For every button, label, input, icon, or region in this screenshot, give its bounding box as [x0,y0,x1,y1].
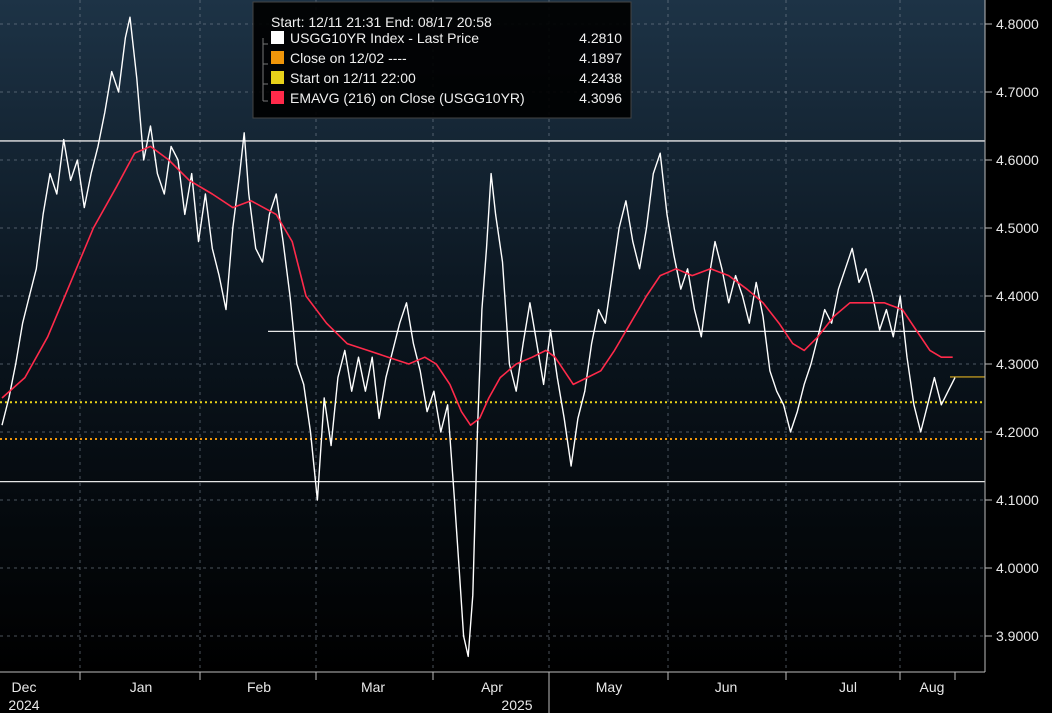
x-tick-label-8: Aug [920,679,945,695]
legend-swatch-1 [271,51,284,64]
legend-label-3: EMAVG (216) on Close (USGG10YR) [290,90,525,106]
chart: 4.8000 4.7000 4.6000 4.5000 4.4000 4.3000 4.20… [0,0,1052,713]
legend-value-3: 4.3096 [579,90,622,106]
legend-header: Start: 12/11 21:31 End: 08/17 20:58 [271,14,492,30]
legend-swatch-3 [271,91,284,104]
x-tick-label-5: May [596,679,622,695]
y-tick-label-0: 4.8000 [996,16,1039,32]
y-tick-label-4: 4.4000 [996,288,1039,304]
x-year-label-4: 2025 [501,697,532,713]
legend-value-2: 4.2438 [579,70,622,86]
x-tick-label-1: Jan [130,679,153,695]
x-tick-label-7: Jul [839,679,857,695]
y-tick-label-5: 4.3000 [996,356,1039,372]
legend: Start: 12/11 21:31 End: 08/17 20:58 USGG… [252,1,632,119]
legend-label-1: Close on 12/02 ---- [290,50,407,66]
legend-swatch-0 [271,31,284,44]
y-tick-label-2: 4.6000 [996,152,1039,168]
legend-swatch-2 [271,71,284,84]
x-tick-label-3: Mar [361,679,385,695]
y-tick-label-7: 4.1000 [996,492,1039,508]
y-tick-label-9: 3.9000 [996,628,1039,644]
x-tick-label-4: Apr [481,679,503,695]
legend-label-0: USGG10YR Index - Last Price [290,30,479,46]
y-tick-label-1: 4.7000 [996,84,1039,100]
x-tick-label-6: Jun [715,679,738,695]
legend-value-0: 4.2810 [579,30,622,46]
legend-value-1: 4.1897 [579,50,622,66]
y-tick-label-8: 4.0000 [996,560,1039,576]
x-tick-label-2: Feb [247,679,271,695]
y-tick-label-3: 4.5000 [996,220,1039,236]
legend-label-2: Start on 12/11 22:00 [290,70,416,86]
x-tick-label-0: Dec [12,679,37,695]
y-tick-label-6: 4.2000 [996,424,1039,440]
x-year-label-0: 2024 [8,697,39,713]
